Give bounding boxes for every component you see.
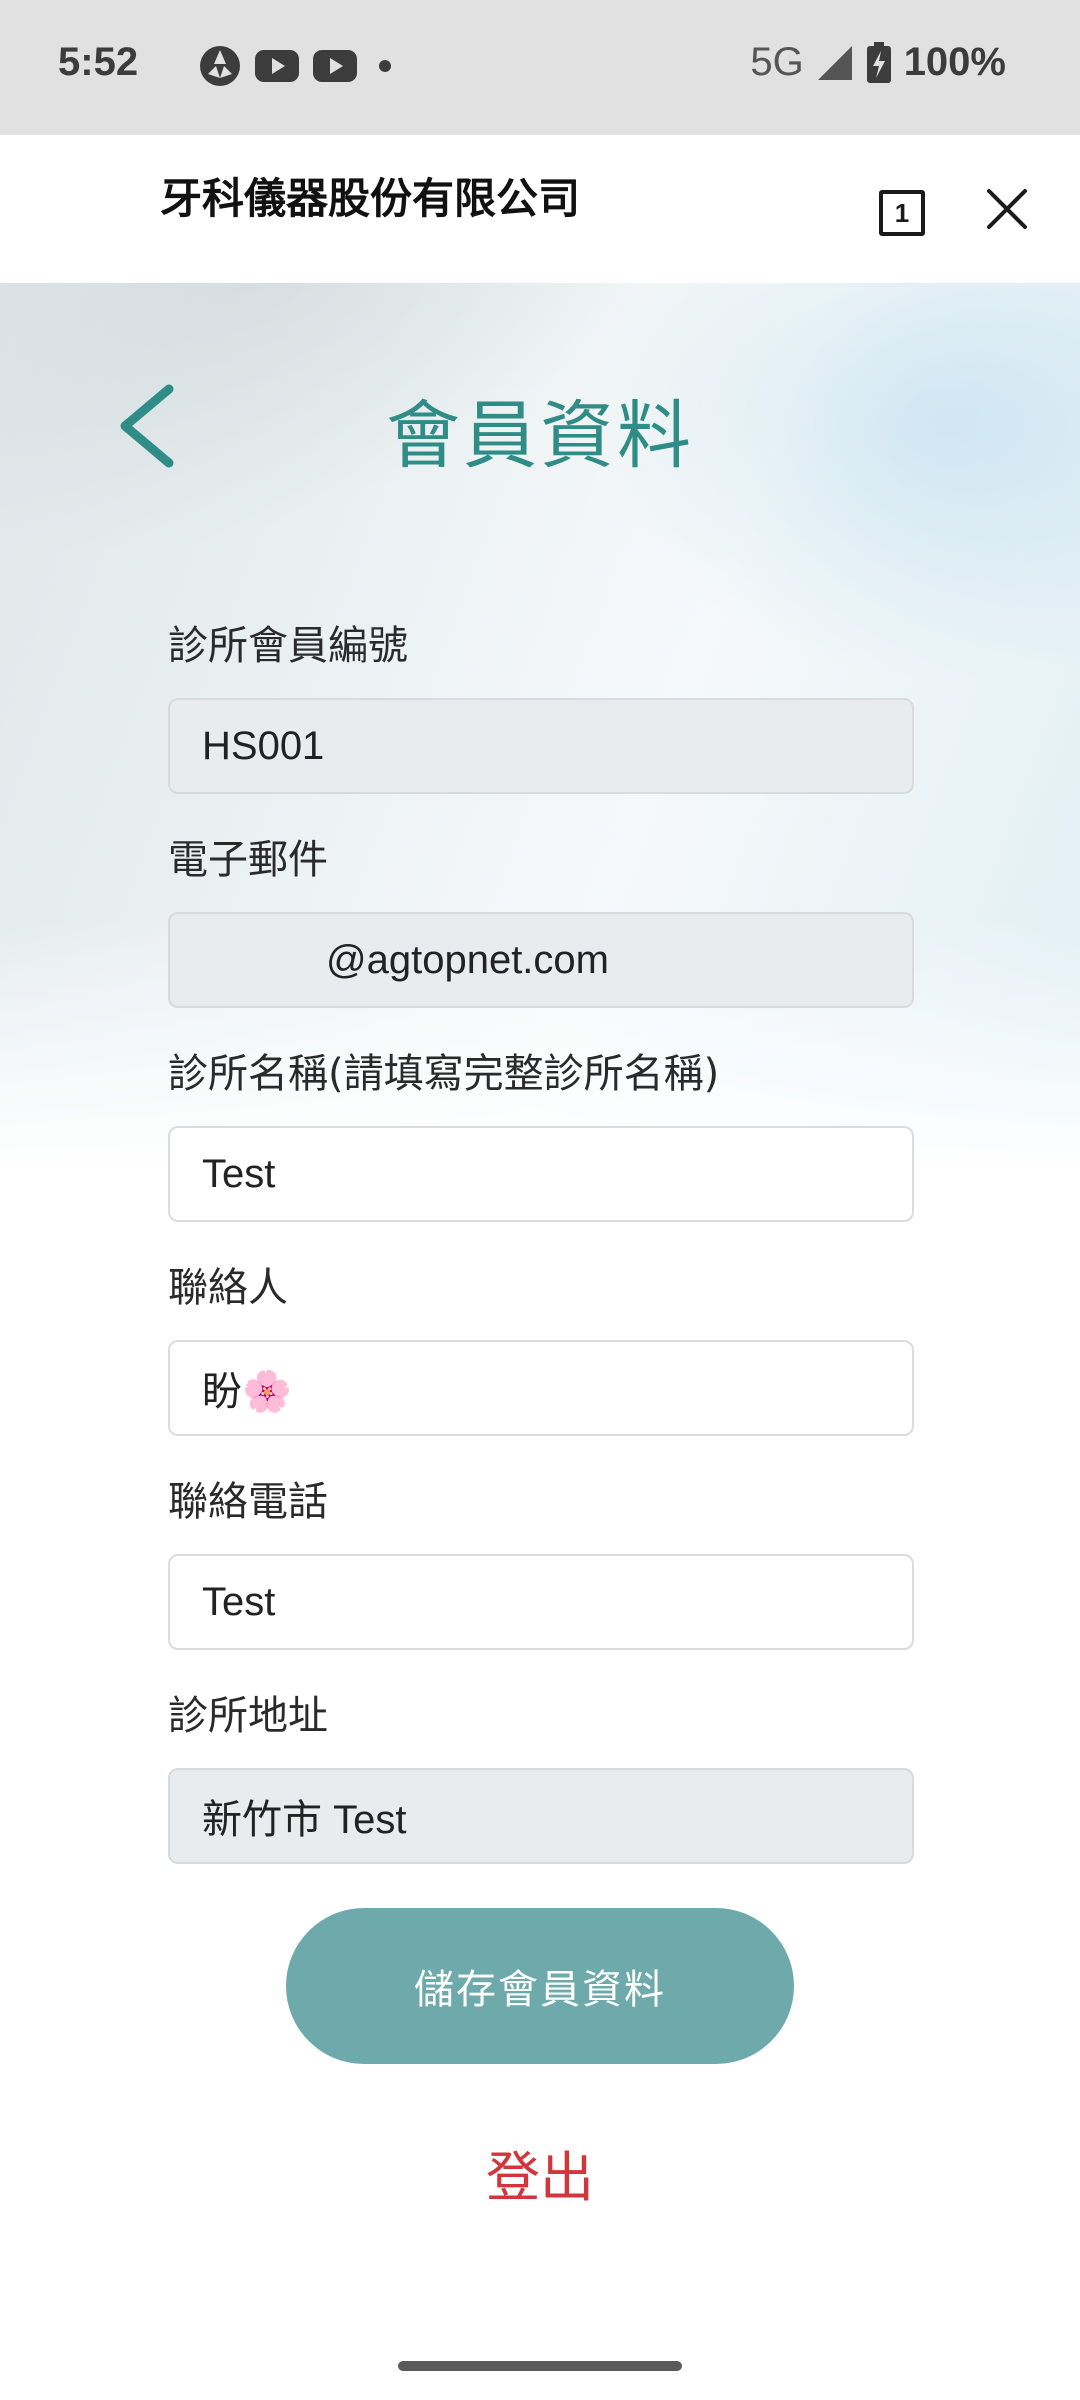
clinic-name-label: 診所名稱(請填寫完整診所名稱) xyxy=(168,1051,720,1097)
phone-input[interactable]: Test xyxy=(168,1554,914,1650)
email-field[interactable]: @agtopnet.com xyxy=(168,912,914,1008)
member-id-field[interactable]: HS001 xyxy=(168,698,914,794)
status-notification-icons xyxy=(198,44,400,88)
member-profile-page: 會員資料 診所會員編號 HS001 電子郵件 @agtopnet.com 診所名… xyxy=(0,283,1080,2400)
page-title: 會員資料 xyxy=(386,393,694,479)
battery-level: 100% xyxy=(903,40,1006,84)
contact-label: 聯絡人 xyxy=(168,1265,288,1311)
clinic-name-input[interactable]: Test xyxy=(168,1126,914,1222)
status-time: 5:52 xyxy=(58,40,139,84)
youtube-icon xyxy=(255,50,299,82)
company-title: 牙科儀器股份有限公司 xyxy=(160,174,581,223)
save-profile-button[interactable]: 儲存會員資料 xyxy=(286,1908,794,2064)
logout-link[interactable]: 登出 xyxy=(0,2133,1080,2212)
youtube-icon xyxy=(313,50,357,82)
member-id-label: 診所會員編號 xyxy=(168,623,408,669)
close-icon[interactable] xyxy=(983,185,1031,233)
background-decoration xyxy=(600,283,1080,683)
more-dot-icon xyxy=(379,60,391,72)
address-field[interactable]: 新竹市 Test xyxy=(168,1768,914,1864)
battery-charging-icon xyxy=(866,41,891,83)
contact-input[interactable]: 盼🌸 xyxy=(168,1340,914,1436)
phone-label: 聯絡電話 xyxy=(168,1479,328,1525)
app-header: 牙科儀器股份有限公司 1 xyxy=(0,135,1080,283)
app-notification-icon xyxy=(200,46,240,86)
address-label: 診所地址 xyxy=(168,1693,328,1739)
home-indicator[interactable] xyxy=(398,2361,682,2371)
network-type: 5G xyxy=(750,40,804,84)
status-system-icons: 5G 100% xyxy=(750,40,1006,85)
signal-icon xyxy=(817,45,852,80)
tab-count-button[interactable]: 1 xyxy=(879,190,925,236)
email-label: 電子郵件 xyxy=(168,837,328,883)
status-bar: 5:52 5G 100% xyxy=(0,0,1080,135)
